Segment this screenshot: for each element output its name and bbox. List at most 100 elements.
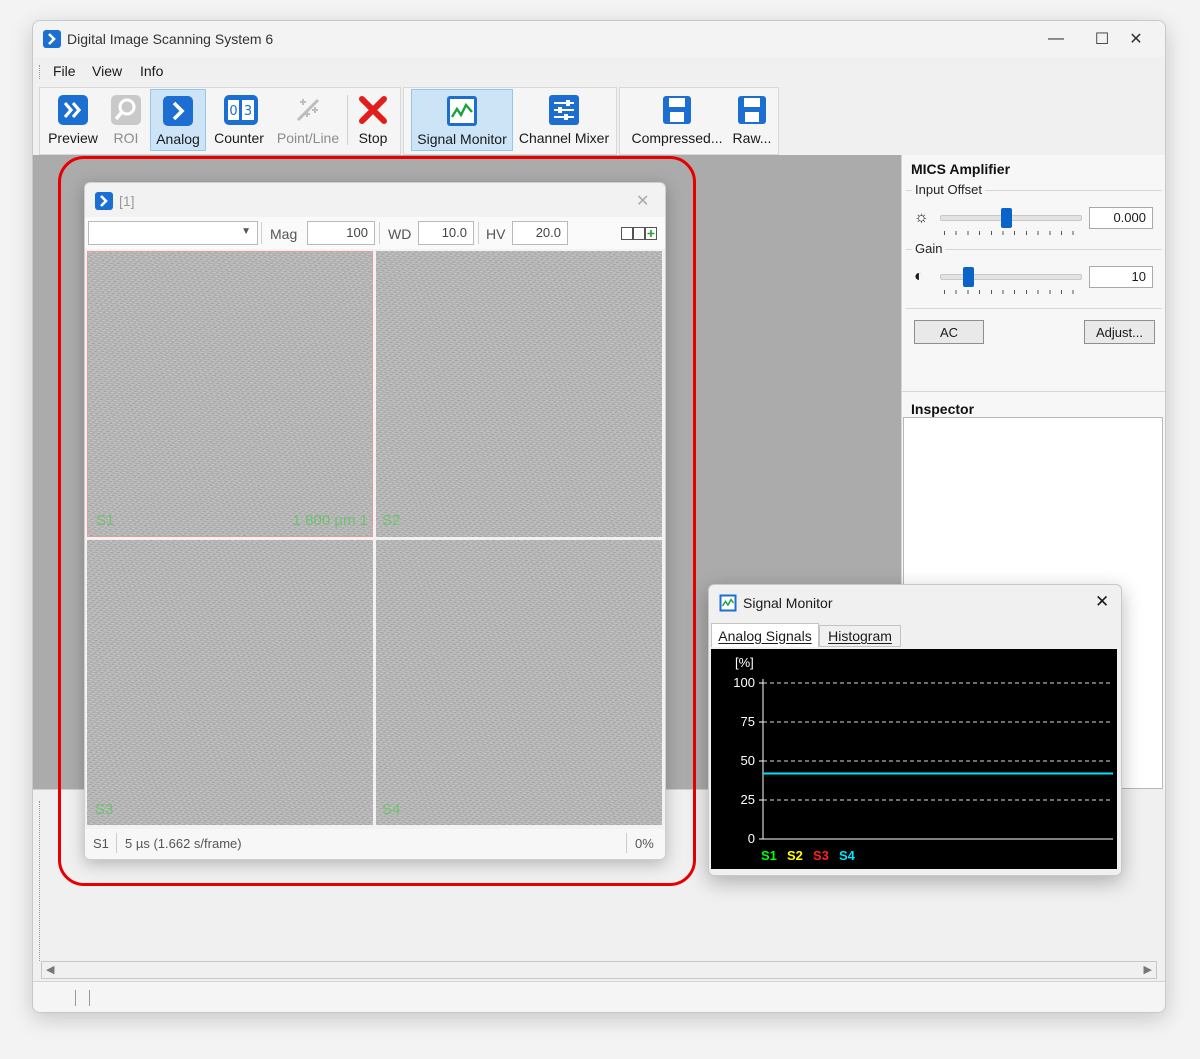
toolbar-separator bbox=[347, 95, 348, 145]
preview-label: Preview bbox=[48, 130, 98, 146]
hv-label: HV bbox=[486, 226, 506, 242]
status-timing: 5 µs (1.662 s/frame) bbox=[125, 836, 242, 851]
scan-panel-s3[interactable]: S3 bbox=[87, 540, 373, 825]
status-separator bbox=[116, 833, 117, 853]
tab-histogram[interactable]: Histogram bbox=[819, 625, 901, 647]
raw-label: Raw... bbox=[732, 130, 772, 146]
toolbar-separator bbox=[478, 222, 479, 244]
brightness-icon: ☼ bbox=[914, 209, 929, 226]
compressed-label: Compressed... bbox=[631, 130, 723, 146]
fast-forward-icon bbox=[57, 94, 89, 126]
analog-label: Analog bbox=[156, 131, 200, 147]
scan-label-s3: S3 bbox=[95, 801, 114, 818]
signal-monitor-window: Signal Monitor ✕ Analog Signals Histogra… bbox=[708, 584, 1122, 876]
counter-icon: 03 bbox=[223, 94, 258, 126]
signal-monitor-close[interactable]: ✕ bbox=[1095, 592, 1109, 612]
toolbar-separator bbox=[379, 222, 380, 244]
point-line-button[interactable]: Point/Line bbox=[272, 89, 344, 151]
mag-field[interactable]: 100 bbox=[307, 221, 375, 245]
y-tick-label: 0 bbox=[747, 831, 755, 846]
title-bar: Digital Image Scanning System 6 — ☐ ✕ bbox=[33, 21, 1165, 57]
stop-label: Stop bbox=[358, 130, 388, 146]
counter-button[interactable]: 03 Counter bbox=[208, 89, 270, 151]
gain-ticks bbox=[944, 290, 1080, 294]
close-button[interactable]: ✕ bbox=[1113, 21, 1159, 57]
roi-button[interactable]: ROI bbox=[105, 89, 147, 151]
amplifier-title: MICS Amplifier bbox=[911, 161, 1011, 177]
channel-mixer-button[interactable]: Channel Mixer bbox=[515, 89, 613, 151]
stop-button[interactable]: Stop bbox=[351, 89, 395, 151]
minimize-button[interactable]: — bbox=[1033, 21, 1079, 57]
image-window-title: [1] bbox=[119, 193, 135, 209]
input-offset-field[interactable]: 0.000 bbox=[1089, 207, 1153, 229]
image-window: [1] ✕ ▼ Mag 100 WD 10.0 HV 20.0 S1 1 800… bbox=[84, 182, 666, 860]
scroll-right-icon[interactable]: ▶ bbox=[1144, 963, 1152, 976]
raw-button[interactable]: Raw... bbox=[729, 89, 775, 151]
analog-button[interactable]: Analog bbox=[150, 89, 206, 151]
layout-grid-icon[interactable] bbox=[621, 227, 659, 244]
menu-grip bbox=[39, 65, 42, 79]
input-offset-ticks bbox=[944, 231, 1080, 235]
scan-panel-s1[interactable]: S1 1 800 µm 1 bbox=[87, 251, 373, 537]
menu-bar: File View Info bbox=[33, 59, 1165, 85]
save-icon bbox=[661, 94, 693, 126]
buttons-group-line bbox=[906, 308, 1162, 309]
chevron-down-icon: ▼ bbox=[241, 226, 251, 237]
scale-bar-label: 1 800 µm 1 bbox=[292, 512, 368, 529]
menu-file[interactable]: File bbox=[45, 63, 84, 79]
image-window-close[interactable]: ✕ bbox=[636, 191, 649, 211]
menu-view[interactable]: View bbox=[84, 63, 130, 79]
app-icon bbox=[43, 30, 61, 48]
status-separator bbox=[89, 990, 90, 1006]
magnifier-icon bbox=[110, 94, 142, 126]
wd-label: WD bbox=[388, 226, 412, 242]
tab-analog-signals[interactable]: Analog Signals bbox=[711, 623, 819, 647]
counter-label: Counter bbox=[214, 130, 264, 146]
dock-grip bbox=[39, 801, 41, 961]
signal-monitor-icon bbox=[719, 594, 737, 615]
input-offset-slider-thumb[interactable] bbox=[1000, 208, 1012, 228]
status-progress: 0% bbox=[635, 836, 654, 851]
scroll-left-icon[interactable]: ◀ bbox=[46, 963, 54, 976]
status-separator bbox=[75, 990, 76, 1006]
mag-label: Mag bbox=[270, 226, 298, 242]
window-title: Digital Image Scanning System 6 bbox=[67, 31, 274, 47]
gain-track[interactable] bbox=[940, 274, 1082, 280]
signal-monitor-title: Signal Monitor bbox=[743, 595, 833, 611]
channel-select[interactable]: ▼ bbox=[88, 221, 258, 245]
inspector-title: Inspector bbox=[911, 401, 975, 417]
y-tick-label: 25 bbox=[740, 792, 755, 807]
compressed-button[interactable]: Compressed... bbox=[629, 89, 725, 151]
hv-field[interactable]: 20.0 bbox=[512, 221, 568, 245]
scan-label-s2: S2 bbox=[382, 512, 401, 529]
gain-slider-thumb[interactable] bbox=[963, 267, 974, 287]
preview-button[interactable]: Preview bbox=[43, 89, 103, 151]
legend-s4: S4 bbox=[839, 848, 855, 863]
scan-panel-s2[interactable]: S2 bbox=[376, 251, 662, 537]
input-offset-label: Input Offset bbox=[912, 182, 985, 197]
horizontal-scrollbar[interactable]: ◀ ▶ bbox=[41, 961, 1157, 979]
menu-info[interactable]: Info bbox=[132, 63, 171, 79]
chevron-right-icon bbox=[162, 95, 194, 127]
signal-monitor-label: Signal Monitor bbox=[417, 131, 507, 147]
wd-field[interactable]: 10.0 bbox=[418, 221, 474, 245]
status-separator bbox=[626, 833, 627, 853]
point-line-icon bbox=[292, 94, 324, 126]
panel-divider bbox=[902, 391, 1165, 392]
y-tick-label: 100 bbox=[733, 675, 755, 690]
signal-monitor-button[interactable]: Signal Monitor bbox=[411, 89, 513, 151]
scan-panel-s4[interactable]: S4 bbox=[376, 540, 662, 825]
signal-plot: [%] 100 75 50 25 0 S1 S2 S3 S4 bbox=[711, 649, 1117, 869]
stop-x-icon bbox=[357, 94, 389, 126]
adjust-button[interactable]: Adjust... bbox=[1084, 320, 1155, 344]
scan-label-s4: S4 bbox=[382, 801, 401, 818]
y-tick-label: 75 bbox=[740, 714, 755, 729]
gain-field[interactable]: 10 bbox=[1089, 266, 1153, 288]
svg-text:0: 0 bbox=[229, 104, 237, 119]
legend-s2: S2 bbox=[787, 848, 803, 863]
ac-button[interactable]: AC bbox=[914, 320, 984, 344]
legend-s1: S1 bbox=[761, 848, 777, 863]
toolbar-separator bbox=[261, 222, 262, 244]
status-bar bbox=[33, 981, 1165, 1012]
point-line-label: Point/Line bbox=[276, 130, 340, 146]
